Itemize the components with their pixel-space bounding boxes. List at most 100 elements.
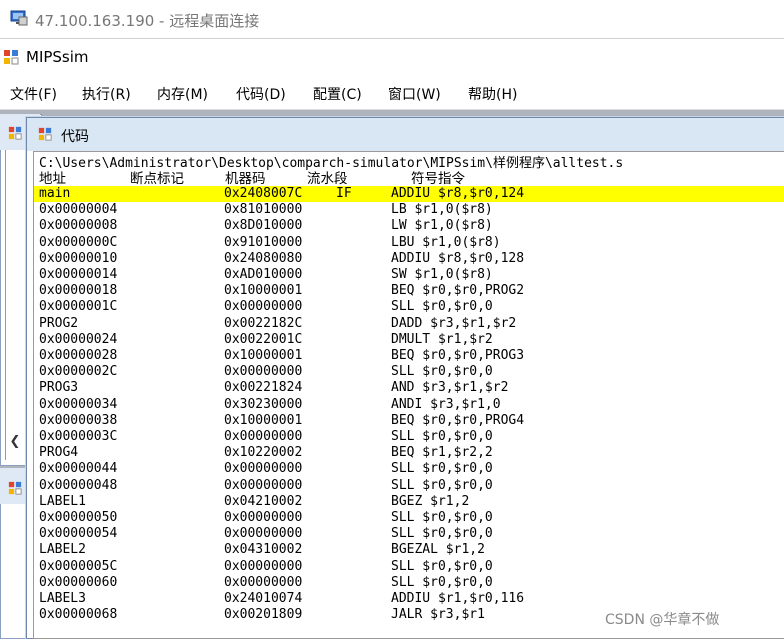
- row-address: PROG3: [39, 380, 79, 396]
- code-window-title: 代码: [61, 129, 89, 145]
- column-header-stage: 流水段: [307, 171, 348, 187]
- column-header-address: 地址: [39, 171, 66, 187]
- code-row[interactable]: LABEL3 0x24010074 ADDIU $r1,$r0,116: [34, 591, 784, 607]
- row-instruction: ANDI $r3,$r1,0: [391, 396, 501, 412]
- code-row[interactable]: 0x0000002C 0x00000000 SLL $r0,$r0,0: [34, 364, 784, 380]
- row-instruction: LW $r1,0($r8): [391, 218, 493, 234]
- code-row[interactable]: 0x00000008 0x8D010000 LW $r1,0($r8): [34, 218, 784, 234]
- row-machine-code: 0x00000000: [224, 510, 303, 525]
- app-window-icon: [4, 50, 19, 65]
- row-address: 0x00000004: [39, 202, 118, 218]
- row-instruction: SLL $r0,$r0,0: [391, 510, 493, 525]
- code-row[interactable]: 0x00000018 0x10000001 BEQ $r0,$r0,PROG2: [34, 283, 784, 299]
- row-machine-code: 0x24080080: [224, 250, 303, 266]
- row-instruction: SLL $r0,$r0,0: [391, 461, 493, 477]
- row-machine-code: 0x10000001: [224, 348, 303, 363]
- row-machine-code: 0x04310002: [224, 542, 303, 558]
- row-machine-code: 0x00000000: [224, 477, 303, 493]
- row-address: LABEL1: [39, 493, 86, 509]
- menu-code[interactable]: 代码(D): [236, 84, 286, 104]
- menu-run[interactable]: 执行(R): [82, 84, 131, 104]
- code-row[interactable]: 0x00000038 0x10000001 BEQ $r0,$r0,PROG4: [34, 413, 784, 429]
- row-instruction: ADDIU $r8,$r0,128: [391, 250, 525, 266]
- code-window-icon: [38, 127, 52, 141]
- row-instruction: BGEZAL $r1,2: [391, 542, 485, 558]
- menu-window[interactable]: 窗口(W): [388, 84, 441, 104]
- row-machine-code: 0x00000000: [224, 526, 303, 542]
- row-instruction: LB $r1,0($r8): [391, 202, 493, 218]
- row-address: PROG4: [39, 445, 79, 461]
- row-address: PROG2: [39, 315, 79, 331]
- row-machine-code: 0x00000000: [224, 558, 303, 574]
- row-address: 0x00000050: [39, 510, 118, 525]
- code-row[interactable]: PROG2 0x0022182C DADD $r3,$r1,$r2: [34, 316, 784, 332]
- app-title: MIPSsim: [26, 48, 89, 66]
- row-machine-code: 0x0022001C: [224, 331, 303, 347]
- code-row[interactable]: 0x0000003C 0x00000000 SLL $r0,$r0,0: [34, 429, 784, 445]
- code-row[interactable]: 0x00000034 0x30230000 ANDI $r3,$r1,0: [34, 397, 784, 413]
- row-instruction: SLL $r0,$r0,0: [391, 574, 493, 590]
- code-row[interactable]: 0x00000050 0x00000000 SLL $r0,$r0,0: [34, 510, 784, 526]
- code-row[interactable]: 0x00000014 0xAD010000 SW $r1,0($r8): [34, 267, 784, 283]
- row-instruction: ADDIU $r1,$r0,116: [391, 591, 525, 606]
- row-address: 0x00000060: [39, 574, 118, 590]
- code-row[interactable]: 0x00000010 0x24080080 ADDIU $r8,$r0,128: [34, 251, 784, 267]
- row-machine-code: 0x00000000: [224, 364, 303, 380]
- row-machine-code: 0x30230000: [224, 396, 303, 412]
- app-title-bar: [0, 39, 784, 75]
- column-header-machine-code: 机器码: [225, 171, 266, 187]
- row-address: 0x0000002C: [39, 364, 118, 380]
- row-address: 0x00000024: [39, 331, 118, 347]
- row-address: 0x0000005C: [39, 558, 118, 574]
- row-address: 0x00000014: [39, 267, 118, 282]
- row-address: LABEL3: [39, 591, 86, 606]
- row-machine-code: 0x91010000: [224, 234, 303, 250]
- code-row-current[interactable]: main 0x2408007C IF ADDIU $r8,$r0,124: [34, 186, 784, 202]
- row-address: 0x00000018: [39, 283, 118, 299]
- code-row[interactable]: 0x0000000C 0x91010000 LBU $r1,0($r8): [34, 235, 784, 251]
- menu-help[interactable]: 帮助(H): [468, 84, 517, 104]
- remote-desktop-icon: [10, 10, 28, 26]
- row-address: 0x00000038: [39, 412, 118, 428]
- code-row[interactable]: 0x00000044 0x00000000 SLL $r0,$r0,0: [34, 461, 784, 477]
- row-machine-code: 0x2408007C: [224, 186, 303, 201]
- row-machine-code: 0x8D010000: [224, 218, 303, 234]
- row-instruction: SLL $r0,$r0,0: [391, 299, 493, 315]
- code-row[interactable]: LABEL1 0x04210002 BGEZ $r1,2: [34, 494, 784, 510]
- code-row[interactable]: 0x00000028 0x10000001 BEQ $r0,$r0,PROG3: [34, 348, 784, 364]
- row-address: 0x00000044: [39, 461, 118, 477]
- row-machine-code: 0x24010074: [224, 591, 303, 606]
- child-window-icon: [8, 126, 22, 140]
- code-row[interactable]: 0x00000060 0x00000000 SLL $r0,$r0,0: [34, 575, 784, 591]
- code-window-title-bar[interactable]: [27, 118, 784, 151]
- menu-config[interactable]: 配置(C): [313, 84, 362, 104]
- code-row[interactable]: LABEL2 0x04310002 BGEZAL $r1,2: [34, 542, 784, 558]
- row-address: 0x00000048: [39, 477, 118, 493]
- row-instruction: BEQ $r1,$r2,2: [391, 445, 493, 461]
- menu-memory[interactable]: 内存(M): [157, 84, 208, 104]
- menu-file[interactable]: 文件(F): [10, 84, 57, 104]
- code-row[interactable]: 0x0000001C 0x00000000 SLL $r0,$r0,0: [34, 299, 784, 315]
- row-address: 0x00000010: [39, 250, 118, 266]
- row-address: main: [39, 186, 71, 201]
- row-address: 0x0000000C: [39, 234, 118, 250]
- row-instruction: DMULT $r1,$r2: [391, 331, 493, 347]
- row-address: 0x00000068: [39, 607, 118, 623]
- row-instruction: BGEZ $r1,2: [391, 493, 470, 509]
- row-instruction: JALR $r3,$r1: [391, 607, 485, 623]
- row-instruction: SLL $r0,$r0,0: [391, 558, 493, 574]
- row-instruction: AND $r3,$r1,$r2: [391, 380, 509, 396]
- code-row[interactable]: 0x00000048 0x00000000 SLL $r0,$r0,0: [34, 478, 784, 494]
- row-instruction: BEQ $r0,$r0,PROG4: [391, 412, 525, 428]
- code-row[interactable]: 0x00000024 0x0022001C DMULT $r1,$r2: [34, 332, 784, 348]
- scroll-left-arrow-icon[interactable]: ❮: [6, 432, 24, 452]
- row-address: 0x00000054: [39, 526, 118, 542]
- code-row[interactable]: 0x00000004 0x81010000 LB $r1,0($r8): [34, 202, 784, 218]
- row-address: 0x00000028: [39, 348, 118, 363]
- code-row[interactable]: 0x0000005C 0x00000000 SLL $r0,$r0,0: [34, 559, 784, 575]
- row-machine-code: 0x00201809: [224, 607, 303, 623]
- row-instruction: BEQ $r0,$r0,PROG3: [391, 348, 525, 363]
- code-row[interactable]: PROG4 0x10220002 BEQ $r1,$r2,2: [34, 445, 784, 461]
- code-row[interactable]: PROG3 0x00221824 AND $r3,$r1,$r2: [34, 380, 784, 396]
- code-row[interactable]: 0x00000054 0x00000000 SLL $r0,$r0,0: [34, 526, 784, 542]
